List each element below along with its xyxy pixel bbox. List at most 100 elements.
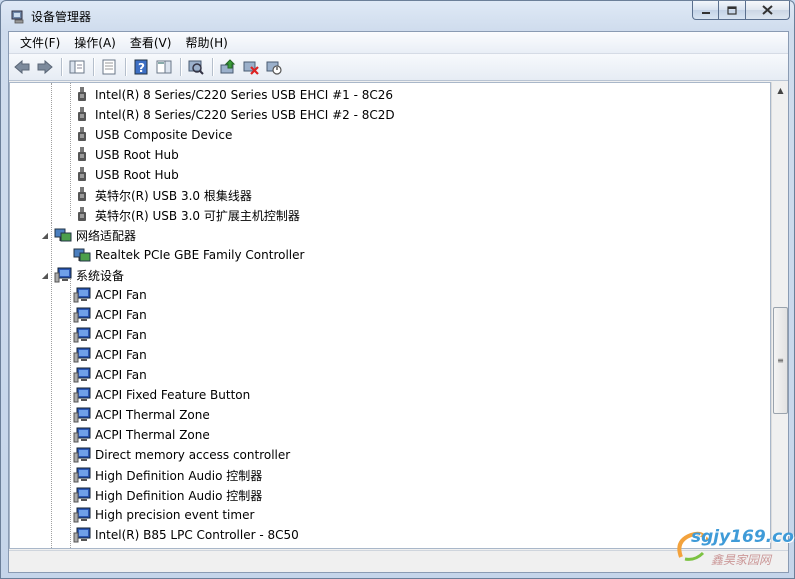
device-label: Intel(R) 8 Series/C220 Series USB EHCI #… [95, 108, 395, 122]
device-label: ACPI Fixed Feature Button [95, 388, 251, 402]
tree-device-row[interactable]: USB Root Hub [10, 165, 770, 185]
client-area: 文件(F) 操作(A) 查看(V) 帮助(H) ? Intel(R) 8 Ser… [8, 31, 789, 573]
scrollbar-thumb[interactable]: ≡ [773, 307, 788, 414]
close-button[interactable] [746, 1, 790, 20]
disable-button[interactable] [263, 56, 285, 78]
system-device-icon [73, 427, 91, 443]
device-label: 英特尔(R) USB 3.0 根集线器 [95, 188, 252, 203]
toolbar-separator [125, 58, 126, 76]
tree-device-row[interactable]: ACPI Fixed Feature Button [10, 385, 770, 405]
close-icon [762, 5, 773, 15]
menu-file[interactable]: 文件(F) [13, 33, 67, 53]
collapse-triangle-icon[interactable]: ◢ [40, 231, 50, 240]
tree-device-row[interactable]: ACPI Thermal Zone [10, 405, 770, 425]
device-tree: Intel(R) 8 Series/C220 Series USB EHCI #… [9, 82, 771, 549]
tree-device-row[interactable]: High precision event timer [10, 505, 770, 525]
system-device-icon [73, 327, 91, 343]
tree-category-network[interactable]: ◢ 网络适配器 [10, 225, 770, 245]
device-label: Intel(R) 8 Series/C220 Series USB EHCI #… [95, 88, 394, 102]
watermark-text: sgjy169.com [691, 527, 795, 547]
tree-device-row[interactable]: ACPI Fan [10, 325, 770, 345]
tree-device-row[interactable]: Intel(R) B85 LPC Controller - 8C50 [10, 525, 770, 545]
tree-device-row[interactable]: ACPI Fan [10, 365, 770, 385]
tree-category-system[interactable]: ◢ 系统设备 [10, 265, 770, 285]
tree-device-row[interactable]: Direct memory access controller [10, 445, 770, 465]
toolbar-separator [93, 58, 94, 76]
show-hide-tree-button[interactable] [66, 56, 88, 78]
update-driver-icon [220, 59, 236, 74]
system-device-icon [73, 527, 91, 543]
device-label: USB Composite Device [95, 128, 233, 142]
system-device-icon [73, 287, 91, 303]
tree-device-row[interactable]: ACPI Fan [10, 345, 770, 365]
system-device-icon [73, 467, 91, 483]
tree-device-row[interactable]: 英特尔(R) USB 3.0 根集线器 [10, 185, 770, 205]
tree-device-row[interactable]: ACPI Thermal Zone [10, 425, 770, 445]
vertical-scrollbar[interactable]: ▲ ≡ [771, 82, 788, 549]
collapse-triangle-icon[interactable]: ◢ [40, 271, 50, 280]
watermark-logo: sgjy169.com 鑫昊家园网 [673, 521, 795, 573]
scroll-up-arrow-icon[interactable]: ▲ [772, 82, 789, 99]
tree-device-row[interactable]: 英特尔(R) USB 3.0 可扩展主机控制器 [10, 205, 770, 225]
toolbar-separator [180, 58, 181, 76]
device-label: Realtek PCIe GBE Family Controller [95, 248, 305, 262]
tree-device-row[interactable]: USB Root Hub [10, 145, 770, 165]
network-adapter-icon [73, 247, 91, 263]
device-manager-window: 设备管理器 文件(F) 操作(A) 查看(V) 帮助(H) ? Intel(R)… [0, 0, 795, 579]
minimize-button[interactable] [692, 1, 719, 20]
device-label: ACPI Fan [95, 328, 147, 342]
device-label: ACPI Fan [95, 368, 147, 382]
title-bar[interactable]: 设备管理器 [1, 1, 794, 31]
usb-icon [73, 87, 91, 103]
menu-view[interactable]: 查看(V) [123, 33, 179, 53]
forward-icon [37, 59, 53, 75]
uninstall-button[interactable] [240, 56, 262, 78]
uninstall-icon [243, 61, 259, 75]
system-device-icon [73, 307, 91, 323]
scan-hardware-button[interactable] [185, 56, 207, 78]
back-icon [14, 59, 30, 75]
status-bar [9, 550, 788, 572]
device-label: Intel(R) B85 LPC Controller - 8C50 [95, 528, 299, 542]
properties-button[interactable] [98, 56, 120, 78]
watermark-subtext: 鑫昊家园网 [711, 553, 772, 567]
action-pane-button[interactable] [153, 56, 175, 78]
device-label: USB Root Hub [95, 168, 179, 182]
menu-bar: 文件(F) 操作(A) 查看(V) 帮助(H) [9, 32, 788, 54]
menu-help[interactable]: 帮助(H) [178, 33, 234, 53]
usb-icon [73, 187, 91, 203]
usb-icon [73, 167, 91, 183]
tree-device-row[interactable]: ACPI Fan [10, 285, 770, 305]
help-button[interactable]: ? [130, 56, 152, 78]
usb-icon [73, 127, 91, 143]
maximize-button[interactable] [719, 1, 746, 20]
update-driver-button[interactable] [217, 56, 239, 78]
tree-device-row[interactable]: High Definition Audio 控制器 [10, 465, 770, 485]
menu-action[interactable]: 操作(A) [67, 33, 123, 53]
toolbar: ? [9, 54, 788, 81]
device-label: USB Root Hub [95, 148, 179, 162]
tree-device-row[interactable]: Realtek PCIe GBE Family Controller [10, 245, 770, 265]
tree-device-row[interactable]: Intel(R) 8 Series/C220 Series USB EHCI #… [10, 85, 770, 105]
category-label: 系统设备 [76, 268, 125, 283]
svg-text:?: ? [138, 61, 145, 75]
back-button[interactable] [11, 56, 33, 78]
system-device-icon [54, 267, 72, 283]
tree-device-row[interactable]: High Definition Audio 控制器 [10, 485, 770, 505]
device-label: ACPI Fan [95, 288, 147, 302]
toolbar-separator [61, 58, 62, 76]
maximize-icon [727, 5, 737, 15]
scan-hardware-icon [188, 60, 204, 75]
tree-device-row[interactable]: USB Composite Device [10, 125, 770, 145]
device-label: High Definition Audio 控制器 [95, 468, 263, 483]
system-device-icon [73, 367, 91, 383]
toolbar-separator [212, 58, 213, 76]
system-device-icon [73, 507, 91, 523]
window-title: 设备管理器 [31, 10, 92, 24]
tree-device-row[interactable]: ACPI Fan [10, 305, 770, 325]
device-label: High Definition Audio 控制器 [95, 488, 263, 503]
device-label: ACPI Fan [95, 348, 147, 362]
forward-button[interactable] [34, 56, 56, 78]
tree-device-row[interactable]: Intel(R) 8 Series/C220 Series USB EHCI #… [10, 105, 770, 125]
usb-icon [73, 107, 91, 123]
